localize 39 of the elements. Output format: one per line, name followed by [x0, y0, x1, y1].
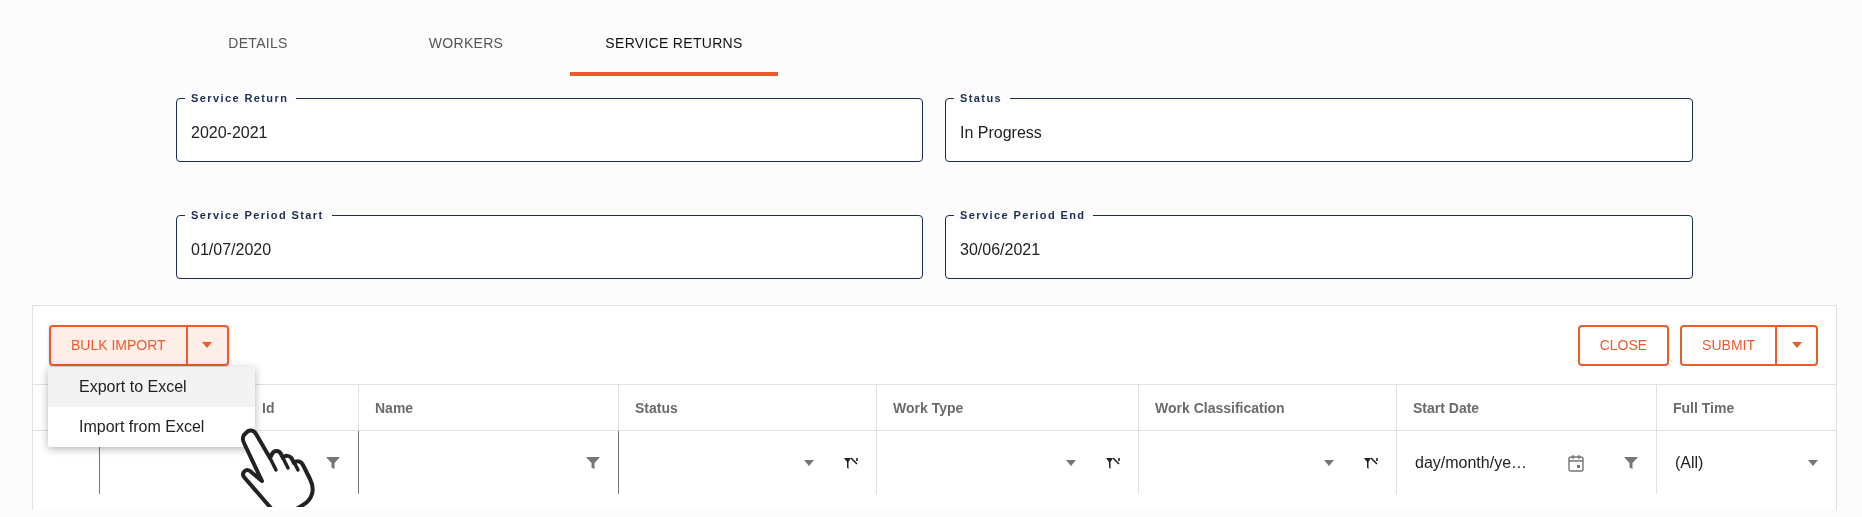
bulk-import-button[interactable]: BULK IMPORT: [51, 326, 186, 364]
tab[interactable]: WORKERS: [362, 20, 570, 76]
field-value: 01/07/2020: [191, 241, 272, 259]
caret-icon[interactable]: [804, 459, 814, 466]
clear-filter-icon[interactable]: [1362, 454, 1378, 471]
bulk-import-split-button[interactable]: BULK IMPORT: [49, 324, 229, 366]
caret-icon[interactable]: [1324, 459, 1334, 466]
filter-icon[interactable]: [326, 455, 340, 470]
date-placeholder[interactable]: day/month/ye…: [1415, 453, 1528, 472]
clear-filter-icon[interactable]: [1104, 454, 1120, 471]
field-label: Service Return: [185, 91, 297, 105]
column-header[interactable]: Name: [375, 399, 414, 416]
column-header[interactable]: Start Date: [1413, 399, 1480, 416]
column-header[interactable]: Status: [635, 399, 678, 416]
field-value: 2020-2021: [191, 124, 268, 142]
caret-icon[interactable]: [1066, 459, 1076, 466]
caret-icon[interactable]: [1808, 459, 1818, 466]
column-header[interactable]: Id: [262, 399, 275, 416]
field-value: 30/06/2021: [960, 241, 1041, 259]
field-value: In Progress: [960, 124, 1042, 142]
field-label: Service Period Start: [185, 208, 332, 222]
close-button[interactable]: CLOSE: [1577, 324, 1670, 366]
column-header[interactable]: Work Classification: [1155, 399, 1285, 416]
field-label: Status: [954, 91, 1011, 105]
menu-item[interactable]: Export to Excel: [48, 367, 255, 407]
submit-split-button[interactable]: SUBMIT: [1680, 324, 1818, 366]
column-header[interactable]: Full Time: [1673, 399, 1735, 416]
calendar-icon[interactable]: [1568, 453, 1584, 472]
tab[interactable]: SERVICE RETURNS: [570, 20, 778, 76]
dropdown-value[interactable]: (All): [1675, 453, 1704, 472]
filter-icon[interactable]: [586, 455, 600, 470]
submit-button[interactable]: SUBMIT: [1682, 326, 1775, 364]
caret-icon[interactable]: [1791, 342, 1802, 348]
filter-icon[interactable]: [1624, 455, 1638, 470]
column-header[interactable]: Work Type: [893, 399, 964, 416]
clear-filter-icon[interactable]: [842, 454, 858, 471]
field-label: Service Period End: [954, 208, 1094, 222]
caret-icon[interactable]: [202, 342, 213, 348]
tab[interactable]: DETAILS: [154, 20, 362, 76]
